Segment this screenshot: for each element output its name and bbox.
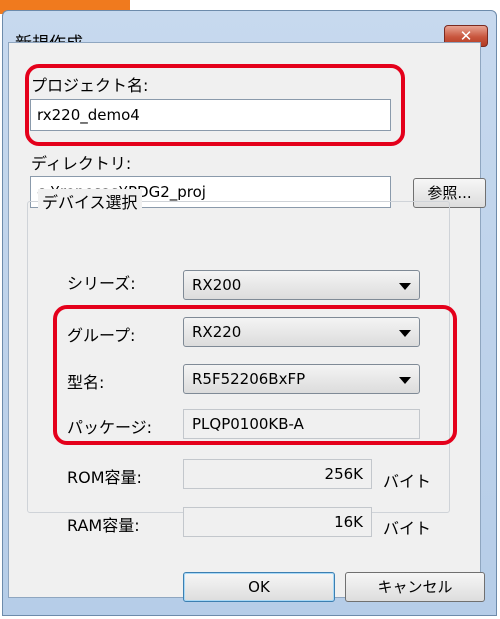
project-name-highlight — [25, 64, 405, 146]
ram-unit: バイト — [383, 519, 432, 538]
device-details-highlight — [53, 305, 457, 445]
ram-capacity-field: 16K — [183, 507, 372, 537]
series-label: シリーズ: — [67, 274, 136, 293]
ram-label: RAM容量: — [67, 516, 140, 535]
series-select[interactable]: RX200 — [183, 270, 420, 300]
directory-label: ディレクトリ: — [31, 154, 132, 173]
rom-unit: バイト — [383, 472, 432, 491]
chevron-down-icon — [399, 283, 411, 290]
series-value: RX200 — [192, 276, 242, 294]
rom-label: ROM容量: — [67, 468, 142, 487]
cancel-button[interactable]: キャンセル — [345, 572, 485, 602]
rom-capacity-field: 256K — [183, 459, 372, 489]
device-selection-title: デバイス選択 — [38, 189, 142, 213]
ok-button[interactable]: OK — [183, 572, 335, 602]
